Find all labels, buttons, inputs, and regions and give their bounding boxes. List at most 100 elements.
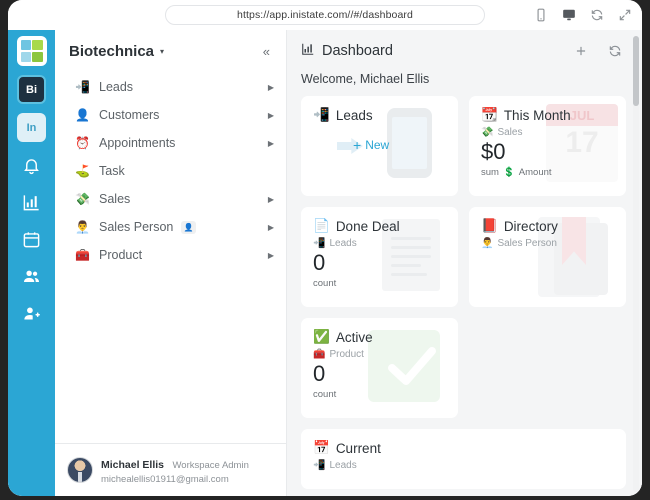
task-icon: ⛳: [75, 164, 90, 178]
book-icon: 📕: [481, 218, 498, 233]
card-title-label: Directory: [503, 218, 558, 234]
chevron-right-icon[interactable]: ▶: [268, 139, 274, 148]
card-footer-label: Amount: [518, 167, 552, 179]
card-directory[interactable]: 📕 Directory 👨‍💼 Sales Person: [469, 207, 626, 307]
sidebar-item-leads[interactable]: 📲 Leads ▶: [55, 73, 286, 101]
card-footer-agg: sum: [481, 167, 499, 179]
card-value: 0: [313, 361, 326, 386]
refresh-icon[interactable]: [608, 44, 622, 58]
card-subtitle-label: Sales: [497, 127, 523, 138]
app-logo-icon[interactable]: [16, 36, 47, 66]
chevron-right-icon[interactable]: ▶: [268, 111, 274, 120]
calendar-icon: 📆: [481, 107, 498, 122]
card-this-month[interactable]: JUL 17 📆 This Month 💸 Sales $0 sum 💲 Amo…: [469, 96, 626, 196]
bell-icon[interactable]: [18, 151, 46, 179]
customers-icon: 👤: [75, 108, 90, 122]
card-subtitle: 💸 Sales: [481, 127, 614, 138]
sidebar-item-sales[interactable]: 💸 Sales ▶: [55, 185, 286, 213]
card-footer: count: [313, 389, 446, 400]
sidebar-item-label: Customers: [99, 108, 160, 122]
dashboard-actions: [574, 44, 622, 58]
card-value: 0: [313, 250, 326, 275]
user-role: Workspace Admin: [172, 459, 249, 471]
plus-icon: +: [353, 137, 362, 153]
sales-icon: 💸: [481, 127, 494, 138]
card-title: 📆 This Month: [481, 107, 614, 123]
card-subtitle: 📲 Leads: [313, 238, 446, 249]
reload-icon[interactable]: [590, 8, 604, 22]
avatar: [67, 456, 93, 483]
product-icon: 🧰: [313, 349, 326, 360]
chevron-right-icon[interactable]: ▶: [268, 83, 274, 92]
chevron-right-icon[interactable]: ▶: [268, 195, 274, 204]
icon-rail: Bi In: [8, 30, 55, 496]
workspace-name: Biotechnica: [69, 43, 155, 60]
card-title-label: Leads: [335, 107, 373, 123]
expand-icon[interactable]: [618, 8, 632, 22]
sidebar-item-task[interactable]: ⛳ Task: [55, 157, 286, 185]
sidebar-item-customers[interactable]: 👤 Customers ▶: [55, 101, 286, 129]
sidebar-item-appointments[interactable]: ⏰ Appointments ▶: [55, 129, 286, 157]
dollar-icon: 💲: [502, 167, 515, 179]
card-subtitle-label: Leads: [329, 238, 357, 249]
user-profile-row[interactable]: Michael Ellis Workspace Admin michealell…: [55, 442, 286, 496]
page-title-label: Dashboard: [322, 43, 393, 59]
card-title: 📲 Leads: [313, 107, 446, 123]
browser-window: https://app.inistate.com//#/dashboard Bi…: [8, 0, 642, 496]
card-subtitle: 📲 Leads: [313, 460, 614, 471]
sales-icon: 💸: [75, 192, 90, 206]
people-icon[interactable]: [18, 262, 46, 290]
calendar-icon[interactable]: [18, 225, 46, 253]
card-title-label: Active: [335, 329, 373, 345]
app-container: Bi In Biotechnica ▾ « 📲 Leads ▶ 👤 Custom…: [8, 30, 642, 496]
card-footer-agg: count: [313, 278, 337, 290]
page-title: Dashboard: [301, 42, 393, 60]
sidebar-nav-panel: Biotechnica ▾ « 📲 Leads ▶ 👤 Customers ▶ …: [55, 30, 287, 496]
card-subtitle: 👨‍💼 Sales Person: [481, 238, 614, 249]
main-scrollbar[interactable]: [633, 36, 639, 492]
chevron-down-icon: ▾: [160, 47, 165, 56]
card-subtitle-label: Sales Person: [497, 238, 557, 249]
chevron-right-icon[interactable]: ▶: [268, 223, 274, 232]
workspace-badge-in[interactable]: In: [17, 113, 46, 142]
leads-icon: 📲: [313, 238, 326, 249]
card-title: 📅 Current: [313, 440, 614, 456]
dashboard-cards: 📲 Leads + New JUL 17 📆 This Month 💸 Sale…: [287, 96, 642, 496]
chevron-right-icon[interactable]: ▶: [268, 251, 274, 260]
user-meta: Michael Ellis Workspace Admin michealell…: [101, 453, 249, 487]
card-current[interactable]: 📅 Current 📲 Leads: [301, 429, 626, 489]
sidebar-item-sales-person[interactable]: 👨‍💼 Sales Person 👤 ▶: [55, 213, 286, 241]
card-leads[interactable]: 📲 Leads + New: [301, 96, 458, 196]
sales-person-icon: 👨‍💼: [75, 220, 90, 234]
leads-icon: 📲: [313, 460, 326, 471]
browser-action-icons: [534, 8, 632, 22]
add-icon[interactable]: [574, 44, 588, 58]
card-subtitle-label: Product: [329, 349, 364, 360]
card-slot-empty: [469, 318, 626, 418]
scrollbar-thumb[interactable]: [633, 36, 639, 106]
card-subtitle: 🧰 Product: [313, 349, 446, 360]
card-done-deal[interactable]: 📄 Done Deal 📲 Leads 0 count: [301, 207, 458, 307]
workspace-badge-bi[interactable]: Bi: [17, 75, 46, 104]
workspace-selector[interactable]: Biotechnica ▾ «: [55, 30, 286, 71]
add-person-icon[interactable]: [18, 299, 46, 327]
browser-toolbar: https://app.inistate.com//#/dashboard: [8, 0, 642, 30]
url-bar[interactable]: https://app.inistate.com//#/dashboard: [165, 5, 485, 25]
card-active[interactable]: ✅ Active 🧰 Product 0 count: [301, 318, 458, 418]
card-title: ✅ Active: [313, 329, 446, 345]
sidebar-item-label: Task: [99, 164, 125, 178]
person-badge-icon[interactable]: 👤: [181, 220, 197, 234]
new-lead-button[interactable]: + New: [353, 138, 389, 152]
appointments-icon: ⏰: [75, 136, 90, 150]
chart-icon: [301, 42, 315, 60]
mobile-view-icon[interactable]: [534, 8, 548, 22]
sidebar-item-label: Leads: [99, 80, 134, 94]
card-title-label: Current: [335, 440, 381, 456]
collapse-sidebar-button[interactable]: «: [263, 45, 274, 58]
desktop-view-icon[interactable]: [562, 8, 576, 22]
new-lead-label: New: [365, 138, 390, 152]
sidebar-item-label: Product: [99, 248, 143, 262]
chart-icon[interactable]: [18, 188, 46, 216]
sidebar-item-product[interactable]: 🧰 Product ▶: [55, 241, 286, 269]
user-name: Michael Ellis: [101, 458, 165, 471]
